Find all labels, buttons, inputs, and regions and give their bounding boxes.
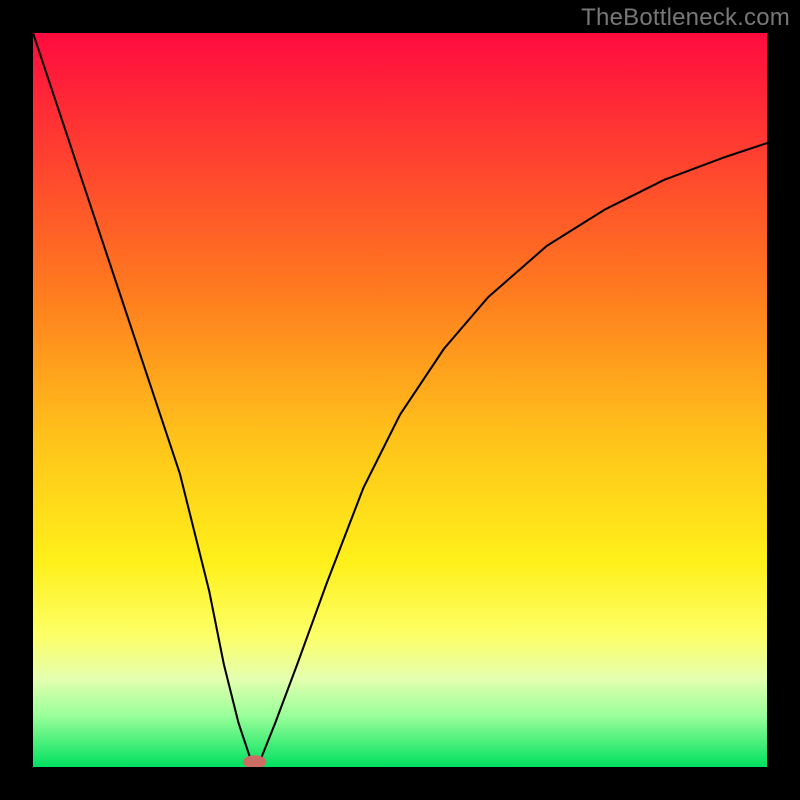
gradient-background [33, 33, 767, 767]
plot-area [33, 33, 767, 767]
watermark-text: TheBottleneck.com [581, 4, 790, 32]
chart-frame: TheBottleneck.com [0, 0, 800, 800]
bottleneck-chart [33, 33, 767, 767]
